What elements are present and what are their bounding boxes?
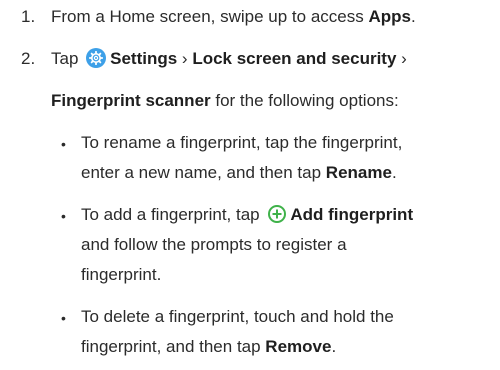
bullet-marker: • <box>61 136 66 152</box>
step-2-line-2: Fingerprint scanner for the following op… <box>51 90 399 112</box>
bullet-2-line-2: and follow the prompts to register a <box>81 235 347 254</box>
lock-screen-label: Lock screen and security <box>192 49 397 68</box>
separator: › <box>177 49 193 68</box>
bullet-1-line-1: To rename a fingerprint, tap the fingerp… <box>81 133 403 152</box>
bullet-marker: • <box>61 310 66 326</box>
instruction-document: 1. From a Home screen, swipe up to acces… <box>0 0 500 370</box>
step-2-line-1: Tap Settings › Lock screen and security … <box>51 48 407 70</box>
fingerprint-scanner-label: Fingerprint scanner <box>51 91 211 110</box>
step-1-post: . <box>410 7 416 26</box>
bullet-1-post: . <box>391 163 397 182</box>
apps-label: Apps <box>368 7 411 26</box>
bullet-3-line-1: To delete a fingerprint, touch and hold … <box>81 307 394 326</box>
bullet-1-pre: enter a new name, and then tap <box>81 163 326 182</box>
gear-icon <box>86 48 107 68</box>
step-2-tap: Tap <box>51 49 84 68</box>
settings-label: Settings <box>110 49 178 68</box>
plus-circle-icon <box>268 205 287 223</box>
bullet-3-pre: fingerprint, and then tap <box>81 337 266 356</box>
bullet-2-pre: To add a fingerprint, tap <box>81 205 265 224</box>
separator: › <box>396 49 407 68</box>
add-fingerprint-label: Add fingerprint <box>290 205 414 224</box>
bullet-3-line-2: fingerprint, and then tap Remove. <box>81 336 336 358</box>
step-1-text: From a Home screen, swipe up to access A… <box>51 6 416 28</box>
bullet-3-post: . <box>331 337 337 356</box>
rename-label: Rename <box>325 163 392 182</box>
step-number: 1. <box>21 7 36 26</box>
bullet-marker: • <box>61 208 66 224</box>
step-1-pre: From a Home screen, swipe up to access <box>51 7 369 26</box>
step-number: 2. <box>21 49 36 68</box>
step-2-post: for the following options: <box>210 91 399 110</box>
bullet-1-line-2: enter a new name, and then tap Rename. <box>81 162 397 184</box>
remove-label: Remove <box>265 337 332 356</box>
bullet-2-line-3: fingerprint. <box>81 265 162 284</box>
bullet-2-line-1: To add a fingerprint, tap Add fingerprin… <box>81 204 413 226</box>
